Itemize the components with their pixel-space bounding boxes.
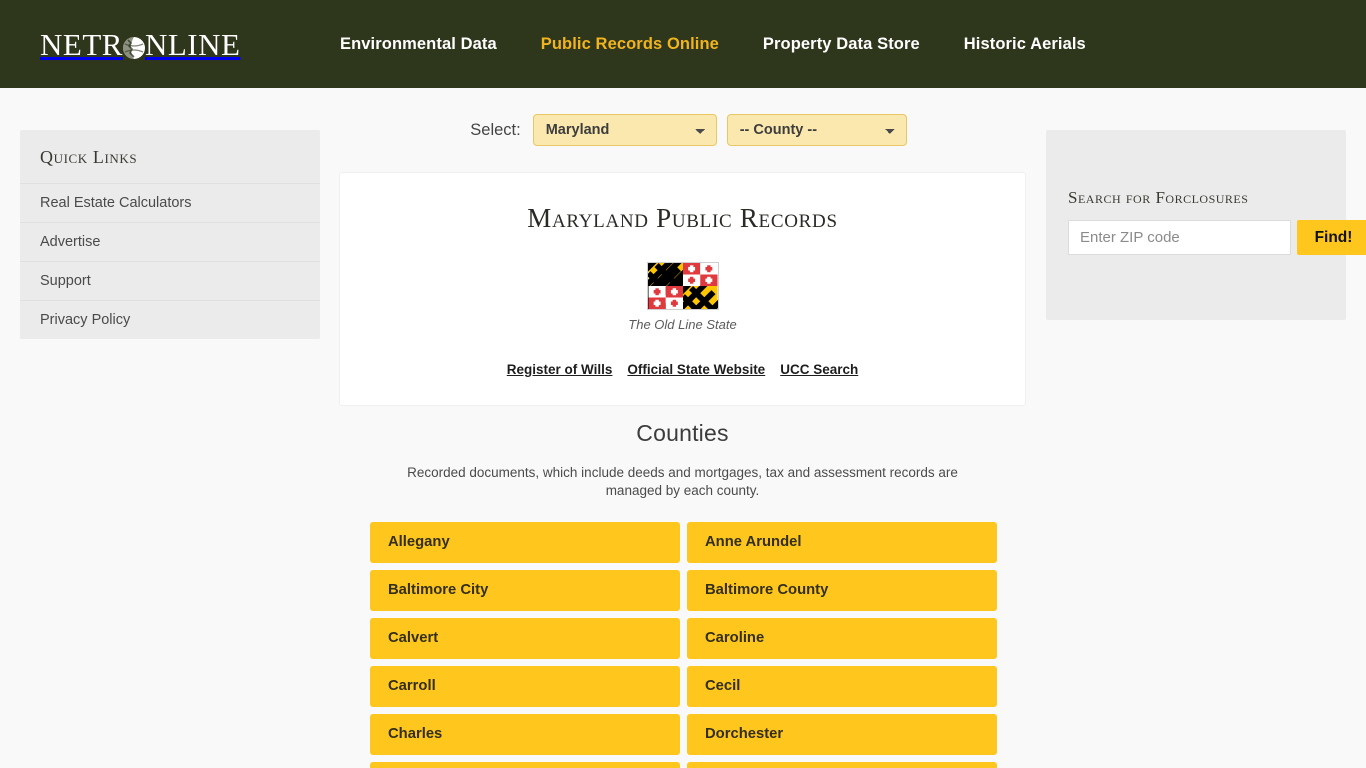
sidebar-item-privacy-policy[interactable]: Privacy Policy [20, 300, 320, 339]
state-select[interactable]: Maryland [532, 114, 717, 146]
link-ucc-search[interactable]: UCC Search [780, 362, 858, 377]
county-button-carroll[interactable]: Carroll [370, 665, 680, 707]
main-content: Select: Maryland -- County -- Maryland P… [339, 88, 1026, 768]
select-label: Select: [470, 120, 521, 139]
maryland-flag-icon [646, 262, 719, 310]
county-button-dorchester[interactable]: Dorchester [687, 713, 997, 755]
logo-text-left: NETR [40, 26, 123, 62]
page-title: Maryland Public Records [527, 203, 838, 233]
county-button-next-left[interactable] [370, 761, 680, 768]
site-header: NETR NLINE Environmental Data Public Rec… [0, 0, 1366, 88]
county-button-baltimore-county[interactable]: Baltimore County [687, 569, 997, 611]
counties-description: Recorded documents, which include deeds … [407, 465, 958, 498]
county-select[interactable]: -- County -- [726, 114, 907, 146]
foreclosure-search-panel: Search for Forclosures Find! [1046, 130, 1366, 320]
counties-heading: Counties [636, 420, 729, 446]
state-links: Register of Wills Official State Website… [340, 362, 1025, 377]
logo-text-right: NLINE [144, 26, 241, 62]
quick-links-title: Quick Links [40, 147, 138, 167]
state-nickname: The Old Line State [628, 317, 737, 332]
county-button-anne-arundel[interactable]: Anne Arundel [687, 521, 997, 563]
sidebar-item-advertise[interactable]: Advertise [20, 222, 320, 261]
zip-code-input[interactable] [1068, 220, 1291, 255]
county-button-charles[interactable]: Charles [370, 713, 680, 755]
foreclosure-search-title: Search for Forclosures [1068, 188, 1249, 207]
county-button-caroline[interactable]: Caroline [687, 617, 997, 659]
county-button-allegany[interactable]: Allegany [370, 521, 680, 563]
county-button-calvert[interactable]: Calvert [370, 617, 680, 659]
link-official-state-website[interactable]: Official State Website [627, 362, 765, 377]
find-button[interactable]: Find! [1297, 220, 1366, 255]
nav-link-property-data-store[interactable]: Property Data Store [763, 35, 920, 54]
nav-link-historic-aerials[interactable]: Historic Aerials [964, 35, 1086, 54]
link-register-of-wills[interactable]: Register of Wills [507, 362, 613, 377]
nav-link-public-records-online[interactable]: Public Records Online [541, 35, 719, 54]
main-nav: Environmental Data Public Records Online… [340, 35, 1086, 54]
state-card: Maryland Public Records The Old Line Sta… [339, 172, 1026, 406]
county-button-baltimore-city[interactable]: Baltimore City [370, 569, 680, 611]
globe-icon [122, 34, 146, 59]
site-logo[interactable]: NETR NLINE [40, 0, 270, 88]
sidebar-item-support[interactable]: Support [20, 261, 320, 300]
state-county-selector: Select: Maryland -- County -- [339, 88, 1026, 172]
page-body: Quick Links Real Estate Calculators Adve… [0, 88, 1366, 768]
nav-link-environmental-data[interactable]: Environmental Data [340, 35, 497, 54]
quick-links-panel: Quick Links Real Estate Calculators Adve… [20, 130, 320, 339]
county-button-next-right[interactable] [687, 761, 997, 768]
sidebar-item-real-estate-calculators[interactable]: Real Estate Calculators [20, 183, 320, 222]
logo-text: NETR NLINE [40, 29, 240, 60]
county-grid: Allegany Anne Arundel Baltimore City Bal… [370, 521, 997, 768]
foreclosure-search-form: Find! [1068, 220, 1366, 255]
state-flag [646, 262, 719, 310]
county-button-cecil[interactable]: Cecil [687, 665, 997, 707]
